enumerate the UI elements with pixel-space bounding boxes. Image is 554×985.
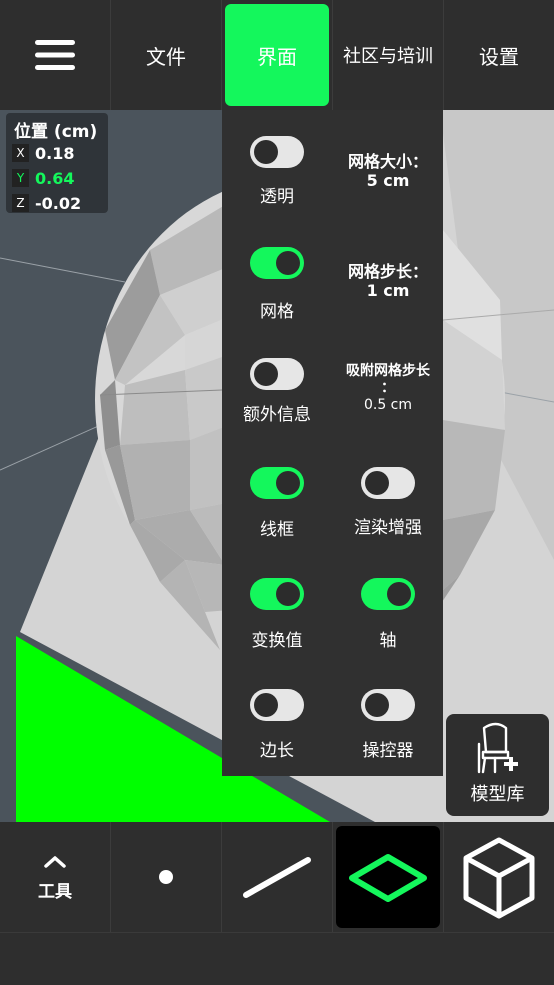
menu-button[interactable] bbox=[0, 0, 110, 110]
extra-info-label: 额外信息 bbox=[243, 405, 311, 425]
transparent-option[interactable]: 透明 bbox=[222, 110, 332, 220]
grid-option[interactable]: 网格 bbox=[222, 221, 332, 331]
transform-values-label: 变换值 bbox=[251, 631, 303, 651]
render-enhance-label: 渲染增强 bbox=[354, 518, 422, 538]
position-title: 位置 (cm) bbox=[14, 122, 98, 142]
plane-tool[interactable] bbox=[336, 826, 440, 928]
wireframe-label: 线框 bbox=[260, 520, 294, 540]
transform-values-option[interactable]: 变换值 bbox=[222, 554, 332, 664]
extra-info-option[interactable]: 额外信息 bbox=[222, 332, 332, 442]
tab-file-label: 文件 bbox=[146, 44, 186, 69]
tools-button[interactable]: 工具 bbox=[0, 822, 110, 932]
chevron-up-icon bbox=[44, 856, 66, 868]
tab-view-label: 界面 bbox=[257, 44, 297, 69]
status-bar bbox=[0, 932, 554, 985]
snap-step-colon: ： bbox=[381, 380, 395, 396]
tab-community[interactable]: 社区与培训 bbox=[333, 0, 443, 110]
wireframe-toggle[interactable] bbox=[250, 467, 304, 499]
grid-step-value: 1 cm bbox=[366, 281, 410, 300]
manipulator-label: 操控器 bbox=[362, 741, 414, 761]
position-y-row: Y 0.64 bbox=[12, 167, 74, 189]
x-axis-label: X bbox=[12, 144, 29, 162]
line-tool[interactable] bbox=[222, 822, 332, 932]
model-library-label: 模型库 bbox=[470, 784, 525, 805]
top-menu-bar: 文件 界面 社区与培训 设置 bbox=[0, 0, 554, 110]
render-enhance-option[interactable]: 渲染增强 bbox=[333, 443, 443, 553]
tab-file[interactable]: 文件 bbox=[111, 0, 221, 110]
axis-toggle[interactable] bbox=[361, 578, 415, 610]
transparent-toggle[interactable] bbox=[250, 136, 304, 168]
position-readout: 位置 (cm) X 0.18 Y 0.64 Z -0.02 bbox=[6, 113, 108, 213]
x-value: 0.18 bbox=[35, 143, 75, 163]
grid-toggle[interactable] bbox=[250, 247, 304, 279]
z-value: -0.02 bbox=[35, 193, 82, 213]
view-options-panel: 透明 网格大小： 5 cm 网格 网格步长： 1 cm 额外信息 吸附网格步长 … bbox=[222, 110, 443, 776]
position-z-row: Z -0.02 bbox=[12, 192, 81, 214]
chair-plus-icon bbox=[477, 722, 518, 774]
grid-size-option[interactable]: 网格大小： 5 cm bbox=[333, 110, 443, 220]
snap-step-option[interactable]: 吸附网格步长 ： 0.5 cm bbox=[333, 332, 443, 442]
tab-community-label: 社区与培训 bbox=[343, 46, 433, 67]
transparent-label: 透明 bbox=[260, 187, 294, 207]
snap-step-value: 0.5 cm bbox=[363, 397, 413, 413]
grid-size-value: 5 cm bbox=[366, 171, 410, 190]
solid-tool[interactable] bbox=[444, 822, 554, 932]
point-tool[interactable] bbox=[111, 822, 221, 932]
plane-icon bbox=[349, 854, 427, 902]
axis-option[interactable]: 轴 bbox=[333, 554, 443, 664]
transform-values-toggle[interactable] bbox=[250, 578, 304, 610]
edge-length-option[interactable]: 边长 bbox=[222, 665, 332, 775]
y-value: 0.64 bbox=[35, 168, 75, 188]
tab-settings-label: 设置 bbox=[479, 44, 519, 69]
model-library-button[interactable]: 模型库 bbox=[446, 714, 549, 816]
z-axis-label: Z bbox=[12, 194, 29, 212]
wireframe-option[interactable]: 线框 bbox=[222, 443, 332, 553]
tools-label: 工具 bbox=[38, 882, 72, 902]
grid-step-label: 网格步长： bbox=[347, 262, 428, 281]
position-x-row: X 0.18 bbox=[12, 142, 74, 164]
manipulator-toggle[interactable] bbox=[361, 689, 415, 721]
bottom-toolbar: 工具 bbox=[0, 822, 554, 932]
grid-label: 网格 bbox=[260, 302, 294, 322]
line-icon bbox=[243, 857, 311, 898]
render-enhance-toggle[interactable] bbox=[361, 467, 415, 499]
axis-label: 轴 bbox=[379, 631, 397, 651]
point-icon bbox=[159, 870, 173, 884]
grid-size-label: 网格大小： bbox=[347, 152, 428, 171]
tab-settings[interactable]: 设置 bbox=[444, 0, 554, 110]
cube-icon bbox=[463, 837, 535, 919]
y-axis-label: Y bbox=[12, 169, 29, 187]
grid-step-option[interactable]: 网格步长： 1 cm bbox=[333, 221, 443, 331]
manipulator-option[interactable]: 操控器 bbox=[333, 665, 443, 775]
tab-view[interactable]: 界面 bbox=[225, 0, 329, 110]
edge-length-label: 边长 bbox=[260, 741, 294, 761]
edge-length-toggle[interactable] bbox=[250, 689, 304, 721]
menu-icon bbox=[35, 40, 75, 70]
extra-info-toggle[interactable] bbox=[250, 358, 304, 390]
